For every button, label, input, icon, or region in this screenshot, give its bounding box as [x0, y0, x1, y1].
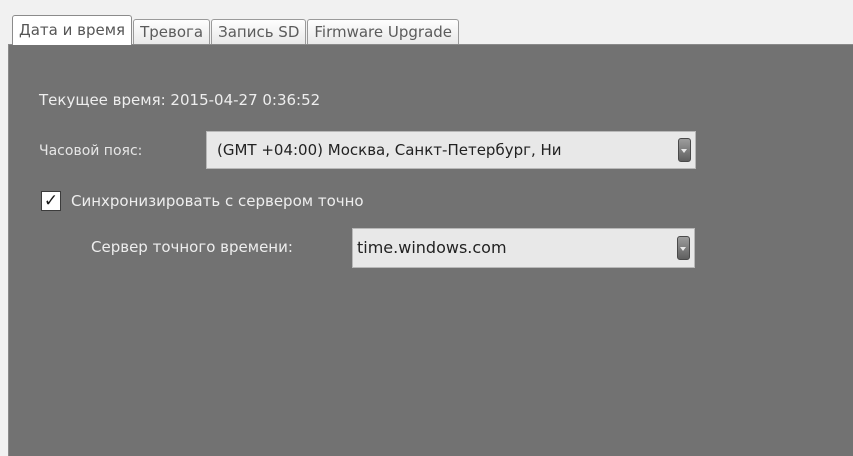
tab-firmware-upgrade[interactable]: Firmware Upgrade	[307, 19, 460, 45]
ntp-server-value: time.windows.com	[357, 238, 507, 257]
timezone-value: (GMT +04:00) Москва, Санкт-Петербург, Ни	[217, 141, 562, 159]
current-time-text: Текущее время: 2015-04-27 0:36:52	[39, 91, 321, 109]
ntp-server-label: Сервер точного времени:	[91, 238, 293, 256]
date-time-panel: Текущее время: 2015-04-27 0:36:52 Часово…	[8, 44, 853, 456]
chevron-down-icon[interactable]	[678, 138, 691, 162]
tab-date-time[interactable]: Дата и время	[12, 15, 133, 45]
tab-bar: Дата и время Тревога Запись SD Firmware …	[12, 15, 460, 45]
tab-alarm[interactable]: Тревога	[133, 19, 211, 45]
tab-sd-recording[interactable]: Запись SD	[211, 19, 307, 45]
timezone-select[interactable]: (GMT +04:00) Москва, Санкт-Петербург, Ни	[206, 131, 696, 169]
chevron-down-icon[interactable]	[677, 236, 690, 260]
settings-window: Дата и время Тревога Запись SD Firmware …	[0, 0, 853, 456]
sync-label: Синхронизировать с сервером точно	[71, 192, 364, 210]
sync-checkbox[interactable]: ✓	[41, 191, 61, 211]
timezone-label: Часовой пояс:	[39, 143, 143, 159]
ntp-server-select[interactable]: time.windows.com	[352, 228, 695, 268]
